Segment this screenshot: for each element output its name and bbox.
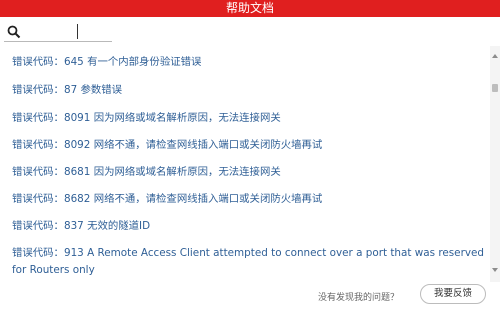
- no-answer-prompt: 没有发现我的问题？: [318, 293, 400, 303]
- error-code-list: 错误代码：645 有一个内部身份验证错误 错误代码：87 参数错误 错误代码：8…: [0, 46, 490, 282]
- search-box[interactable]: [4, 22, 112, 42]
- window-title: 帮助文档: [225, 1, 274, 15]
- error-item[interactable]: 错误代码：645 有一个内部身份验证错误: [12, 54, 486, 71]
- error-item[interactable]: 错误代码：837 无效的隧道ID: [12, 218, 486, 235]
- feedback-button[interactable]: 我要反馈: [420, 284, 486, 304]
- error-item[interactable]: 错误代码：8091 因为网络或域名解析原因，无法连接网关: [12, 110, 486, 127]
- error-item[interactable]: 错误代码：8682 网络不通，请检查网线插入端口或关闭防火墙再试: [12, 191, 486, 208]
- text-cursor: [77, 24, 78, 39]
- window-title-bar: 帮助文档: [0, 0, 500, 17]
- vertical-scrollbar[interactable]: [490, 46, 500, 282]
- error-item[interactable]: 错误代码：87 参数错误: [12, 82, 486, 99]
- error-item[interactable]: 错误代码：913 A Remote Access Client attempte…: [12, 245, 486, 279]
- error-item[interactable]: 错误代码：8681 因为网络或域名解析原因，无法连接网关: [12, 164, 486, 181]
- scrollbar-thumb[interactable]: [492, 84, 498, 92]
- scroll-up-arrow-icon[interactable]: [492, 54, 498, 58]
- scroll-down-arrow-icon[interactable]: [492, 268, 498, 272]
- error-item[interactable]: 错误代码：8092 网络不通，请检查网线插入端口或关闭防火墙再试: [12, 137, 486, 154]
- search-icon: [7, 25, 21, 39]
